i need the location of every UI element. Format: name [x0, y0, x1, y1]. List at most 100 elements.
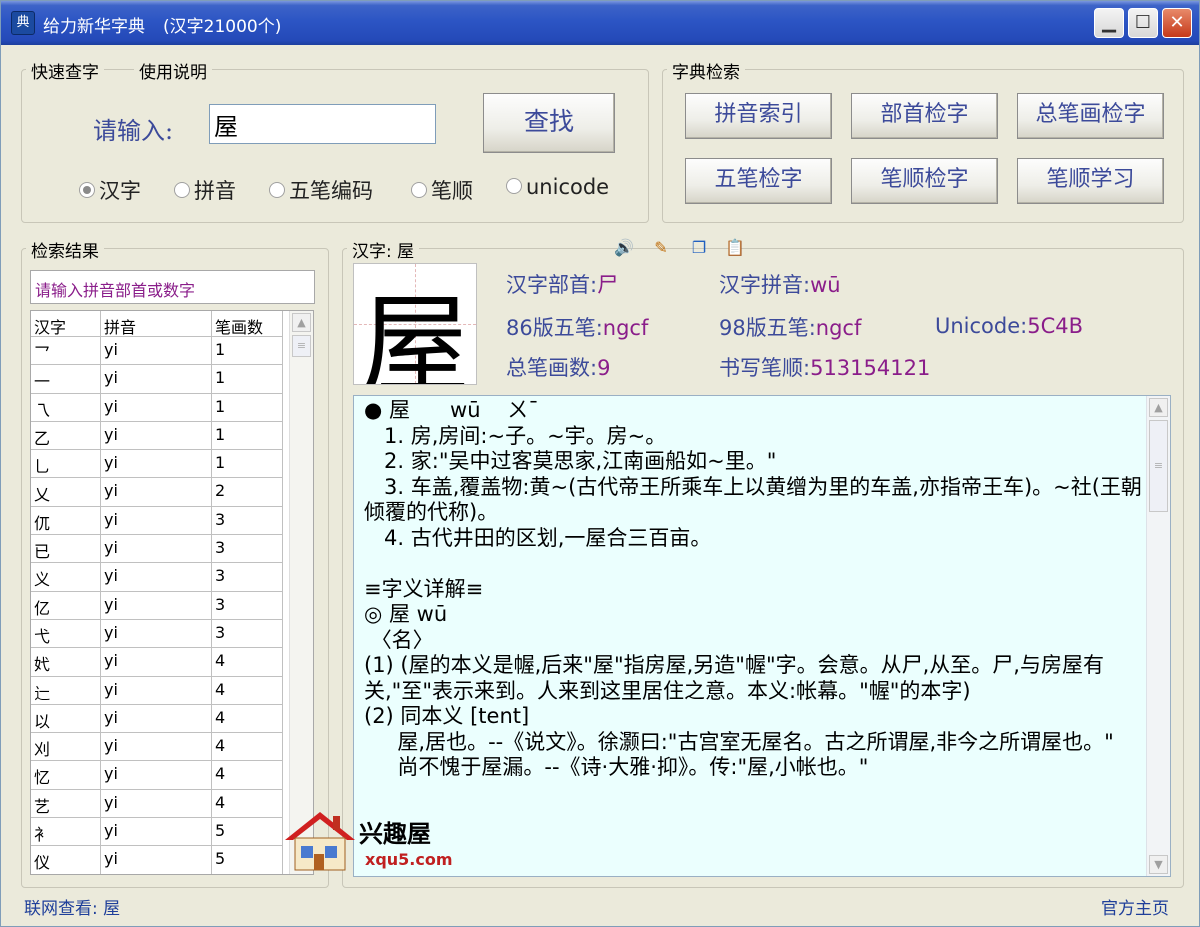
- table-row[interactable]: 已 yi 3: [31, 535, 283, 564]
- table-row[interactable]: 义 yi 3: [31, 563, 283, 592]
- unicode-label: Unicode:: [935, 314, 1028, 338]
- copy-icon[interactable]: ❐: [689, 238, 709, 258]
- cell-pinyin: yi: [101, 393, 212, 422]
- window-title-main: 给力新华字典: [43, 17, 145, 37]
- online-lookup-link[interactable]: 联网查看: 屋: [24, 894, 120, 919]
- search-input[interactable]: 屋: [209, 104, 436, 144]
- definition-line: ● 屋 wū ㄨˉ: [364, 398, 539, 422]
- cell-pinyin: yi: [101, 591, 212, 620]
- table-row[interactable]: 乛 yi 1: [31, 337, 283, 366]
- radio-dot: [411, 182, 427, 198]
- cell-pinyin: yi: [101, 535, 212, 564]
- cell-hanzi: 艺: [31, 789, 101, 819]
- tab-quick-search[interactable]: 快速查字: [26, 58, 104, 83]
- radio-label: unicode: [526, 175, 610, 199]
- stroke-order-learn-button[interactable]: 笔顺学习: [1017, 158, 1164, 204]
- find-button[interactable]: 查找: [483, 93, 615, 153]
- table-row[interactable]: 衤 yi 5: [31, 818, 283, 847]
- definition-scroll-down-arrow[interactable]: ▼: [1149, 855, 1168, 874]
- cell-pinyin: yi: [101, 733, 212, 762]
- table-row[interactable]: 忆 yi 4: [31, 761, 283, 790]
- radical-search-button[interactable]: 部首检字: [851, 93, 998, 139]
- stroke-order-search-button[interactable]: 笔顺检字: [851, 158, 998, 204]
- watermark-text: 兴趣屋: [359, 820, 431, 848]
- pinyin-info: 汉字拼音:wū: [719, 269, 841, 299]
- cell-strokes: 3: [212, 563, 283, 592]
- cell-strokes: 2: [212, 478, 283, 507]
- definition-scroll-up-arrow[interactable]: ▲: [1149, 398, 1168, 417]
- cell-strokes: 3: [212, 591, 283, 620]
- radical-info: 汉字部首:尸: [506, 269, 618, 299]
- table-row[interactable]: 辷 yi 4: [31, 676, 283, 705]
- table-row[interactable]: 艺 yi 4: [31, 789, 283, 819]
- cell-hanzi: 乙: [31, 421, 101, 451]
- table-row[interactable]: 㚤 yi 4: [31, 648, 283, 677]
- scroll-thumb[interactable]: ≡: [292, 335, 311, 357]
- cell-pinyin: yi: [101, 761, 212, 790]
- definition-scrollbar[interactable]: ▲ ≡ ▼: [1146, 396, 1170, 876]
- minimize-button[interactable]: ▁: [1094, 8, 1124, 38]
- definition-panel[interactable]: ● 屋 wū ㄨˉ 1. 房,房间:~子。~宇。房~。 2. 家:"吴中过客莫思…: [353, 395, 1171, 877]
- unicode-info: Unicode:5C4B: [935, 314, 1083, 338]
- cell-hanzi: 以: [31, 704, 101, 734]
- column-header-pinyin[interactable]: 拼音: [101, 311, 212, 337]
- wubi86-value: ngcf: [602, 316, 649, 340]
- close-icon: ✕: [1169, 12, 1185, 33]
- results-scrollbar[interactable]: ▲ ≡: [289, 311, 313, 874]
- total-strokes-search-button[interactable]: 总笔画检字: [1017, 93, 1164, 139]
- definition-line: 1. 房,房间:~子。~宇。房~。: [364, 423, 667, 448]
- cell-strokes: 4: [212, 648, 283, 677]
- window-title: 给力新华字典 (汉字21000个): [43, 12, 281, 37]
- table-row[interactable]: 㐳 yi 3: [31, 506, 283, 536]
- wubi86-info: 86版五笔:ngcf: [506, 312, 648, 342]
- table-row[interactable]: 弋 yi 3: [31, 619, 283, 649]
- cell-strokes: 1: [212, 337, 283, 366]
- title-bar[interactable]: 典 给力新华字典 (汉字21000个) ▁ ☐ ✕: [1, 1, 1199, 45]
- paste-icon[interactable]: 📋: [725, 238, 745, 258]
- table-row[interactable]: 乚 yi 1: [31, 450, 283, 479]
- cell-strokes: 4: [212, 733, 283, 762]
- table-row[interactable]: 乙 yi 1: [31, 421, 283, 451]
- strokes-value: 9: [597, 356, 611, 380]
- table-row[interactable]: 一 yi 1: [31, 365, 283, 394]
- app-window: 典 给力新华字典 (汉字21000个) ▁ ☐ ✕ 快速查字 使用说明 请输入: …: [0, 0, 1200, 927]
- table-row[interactable]: 以 yi 4: [31, 704, 283, 734]
- cell-hanzi: 亿: [31, 591, 101, 620]
- definition-scroll-thumb[interactable]: ≡: [1149, 420, 1168, 512]
- wubi86-label: 86版五笔:: [506, 316, 603, 340]
- table-row[interactable]: 乁 yi 1: [31, 393, 283, 422]
- strokes-info: 总笔画数:9: [506, 352, 610, 382]
- speaker-icon[interactable]: 🔊: [614, 238, 634, 258]
- cell-pinyin: yi: [101, 818, 212, 847]
- cell-hanzi: 乛: [31, 337, 101, 366]
- radio-stroke-order[interactable]: 笔顺: [411, 175, 473, 205]
- definition-line: 尚不愧于屋漏。--《诗·大雅·抑》。传:"屋,小帐也。": [364, 755, 869, 779]
- table-row[interactable]: 亿 yi 3: [31, 591, 283, 620]
- column-header-hanzi[interactable]: 汉字: [31, 311, 101, 337]
- tab-usage-help[interactable]: 使用说明: [134, 58, 212, 83]
- table-row[interactable]: 仪 yi 5: [31, 846, 283, 874]
- definition-line: 屋,居也。--《说文》。徐灏曰:"古宫室无屋名。古之所谓屋,非今之所谓屋也。": [364, 729, 1114, 754]
- cell-pinyin: yi: [101, 846, 212, 874]
- radio-unicode[interactable]: unicode: [506, 175, 609, 199]
- dictionary-search-title: 字典检索: [667, 58, 745, 83]
- table-row[interactable]: 刈 yi 4: [31, 733, 283, 762]
- radio-wubi[interactable]: 五笔编码: [269, 175, 373, 205]
- table-row[interactable]: 乂 yi 2: [31, 478, 283, 507]
- wubi-search-button[interactable]: 五笔检字: [685, 158, 832, 204]
- results-list[interactable]: 汉字 拼音 笔画数 乛 yi 1 一 yi 1 乁 yi 1 乙 yi 1 乚 yi 1 乂 yi 2 㐳 yi 3 已 y…: [30, 310, 314, 875]
- radio-dot: [174, 182, 190, 198]
- cell-pinyin: yi: [101, 337, 212, 366]
- column-header-strokes[interactable]: 笔画数: [212, 311, 283, 337]
- cell-strokes: 3: [212, 535, 283, 564]
- maximize-button[interactable]: ☐: [1128, 8, 1158, 38]
- official-homepage-link[interactable]: 官方主页: [1101, 894, 1169, 919]
- pinyin-index-button[interactable]: 拼音索引: [685, 93, 832, 139]
- filter-input[interactable]: 请输入拼音部首或数字: [30, 270, 315, 304]
- cell-strokes: 4: [212, 676, 283, 705]
- edit-book-icon[interactable]: ✎: [651, 238, 671, 258]
- close-button[interactable]: ✕: [1162, 8, 1192, 38]
- radio-pinyin[interactable]: 拼音: [174, 175, 236, 205]
- radio-hanzi[interactable]: 汉字: [79, 175, 141, 205]
- scroll-up-arrow[interactable]: ▲: [292, 313, 311, 332]
